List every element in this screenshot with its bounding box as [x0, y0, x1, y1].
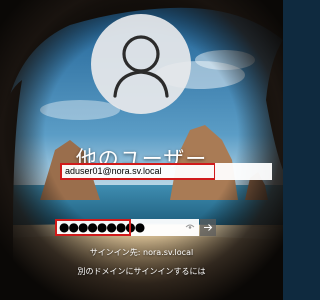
username-field-extension[interactable]: [215, 163, 272, 180]
sign-in-screen: 他のユーザー aduser01@nora.sv.local ●●●●●●●●● …: [0, 0, 283, 300]
password-row: ●●●●●●●●●: [55, 219, 216, 236]
other-domain-link[interactable]: 別のドメインにサインインするには: [0, 266, 283, 277]
user-avatar: [91, 14, 191, 114]
arrow-right-icon: [204, 224, 213, 231]
username-field[interactable]: aduser01@nora.sv.local: [60, 163, 272, 180]
eye-icon[interactable]: [185, 222, 195, 232]
sign-in-domain-text: サインイン先: nora.sv.local: [89, 248, 194, 257]
password-annotation-box: [55, 219, 131, 236]
username-value: aduser01@nora.sv.local: [65, 166, 162, 176]
submit-button[interactable]: [200, 219, 216, 236]
user-silhouette-icon: [113, 35, 169, 98]
